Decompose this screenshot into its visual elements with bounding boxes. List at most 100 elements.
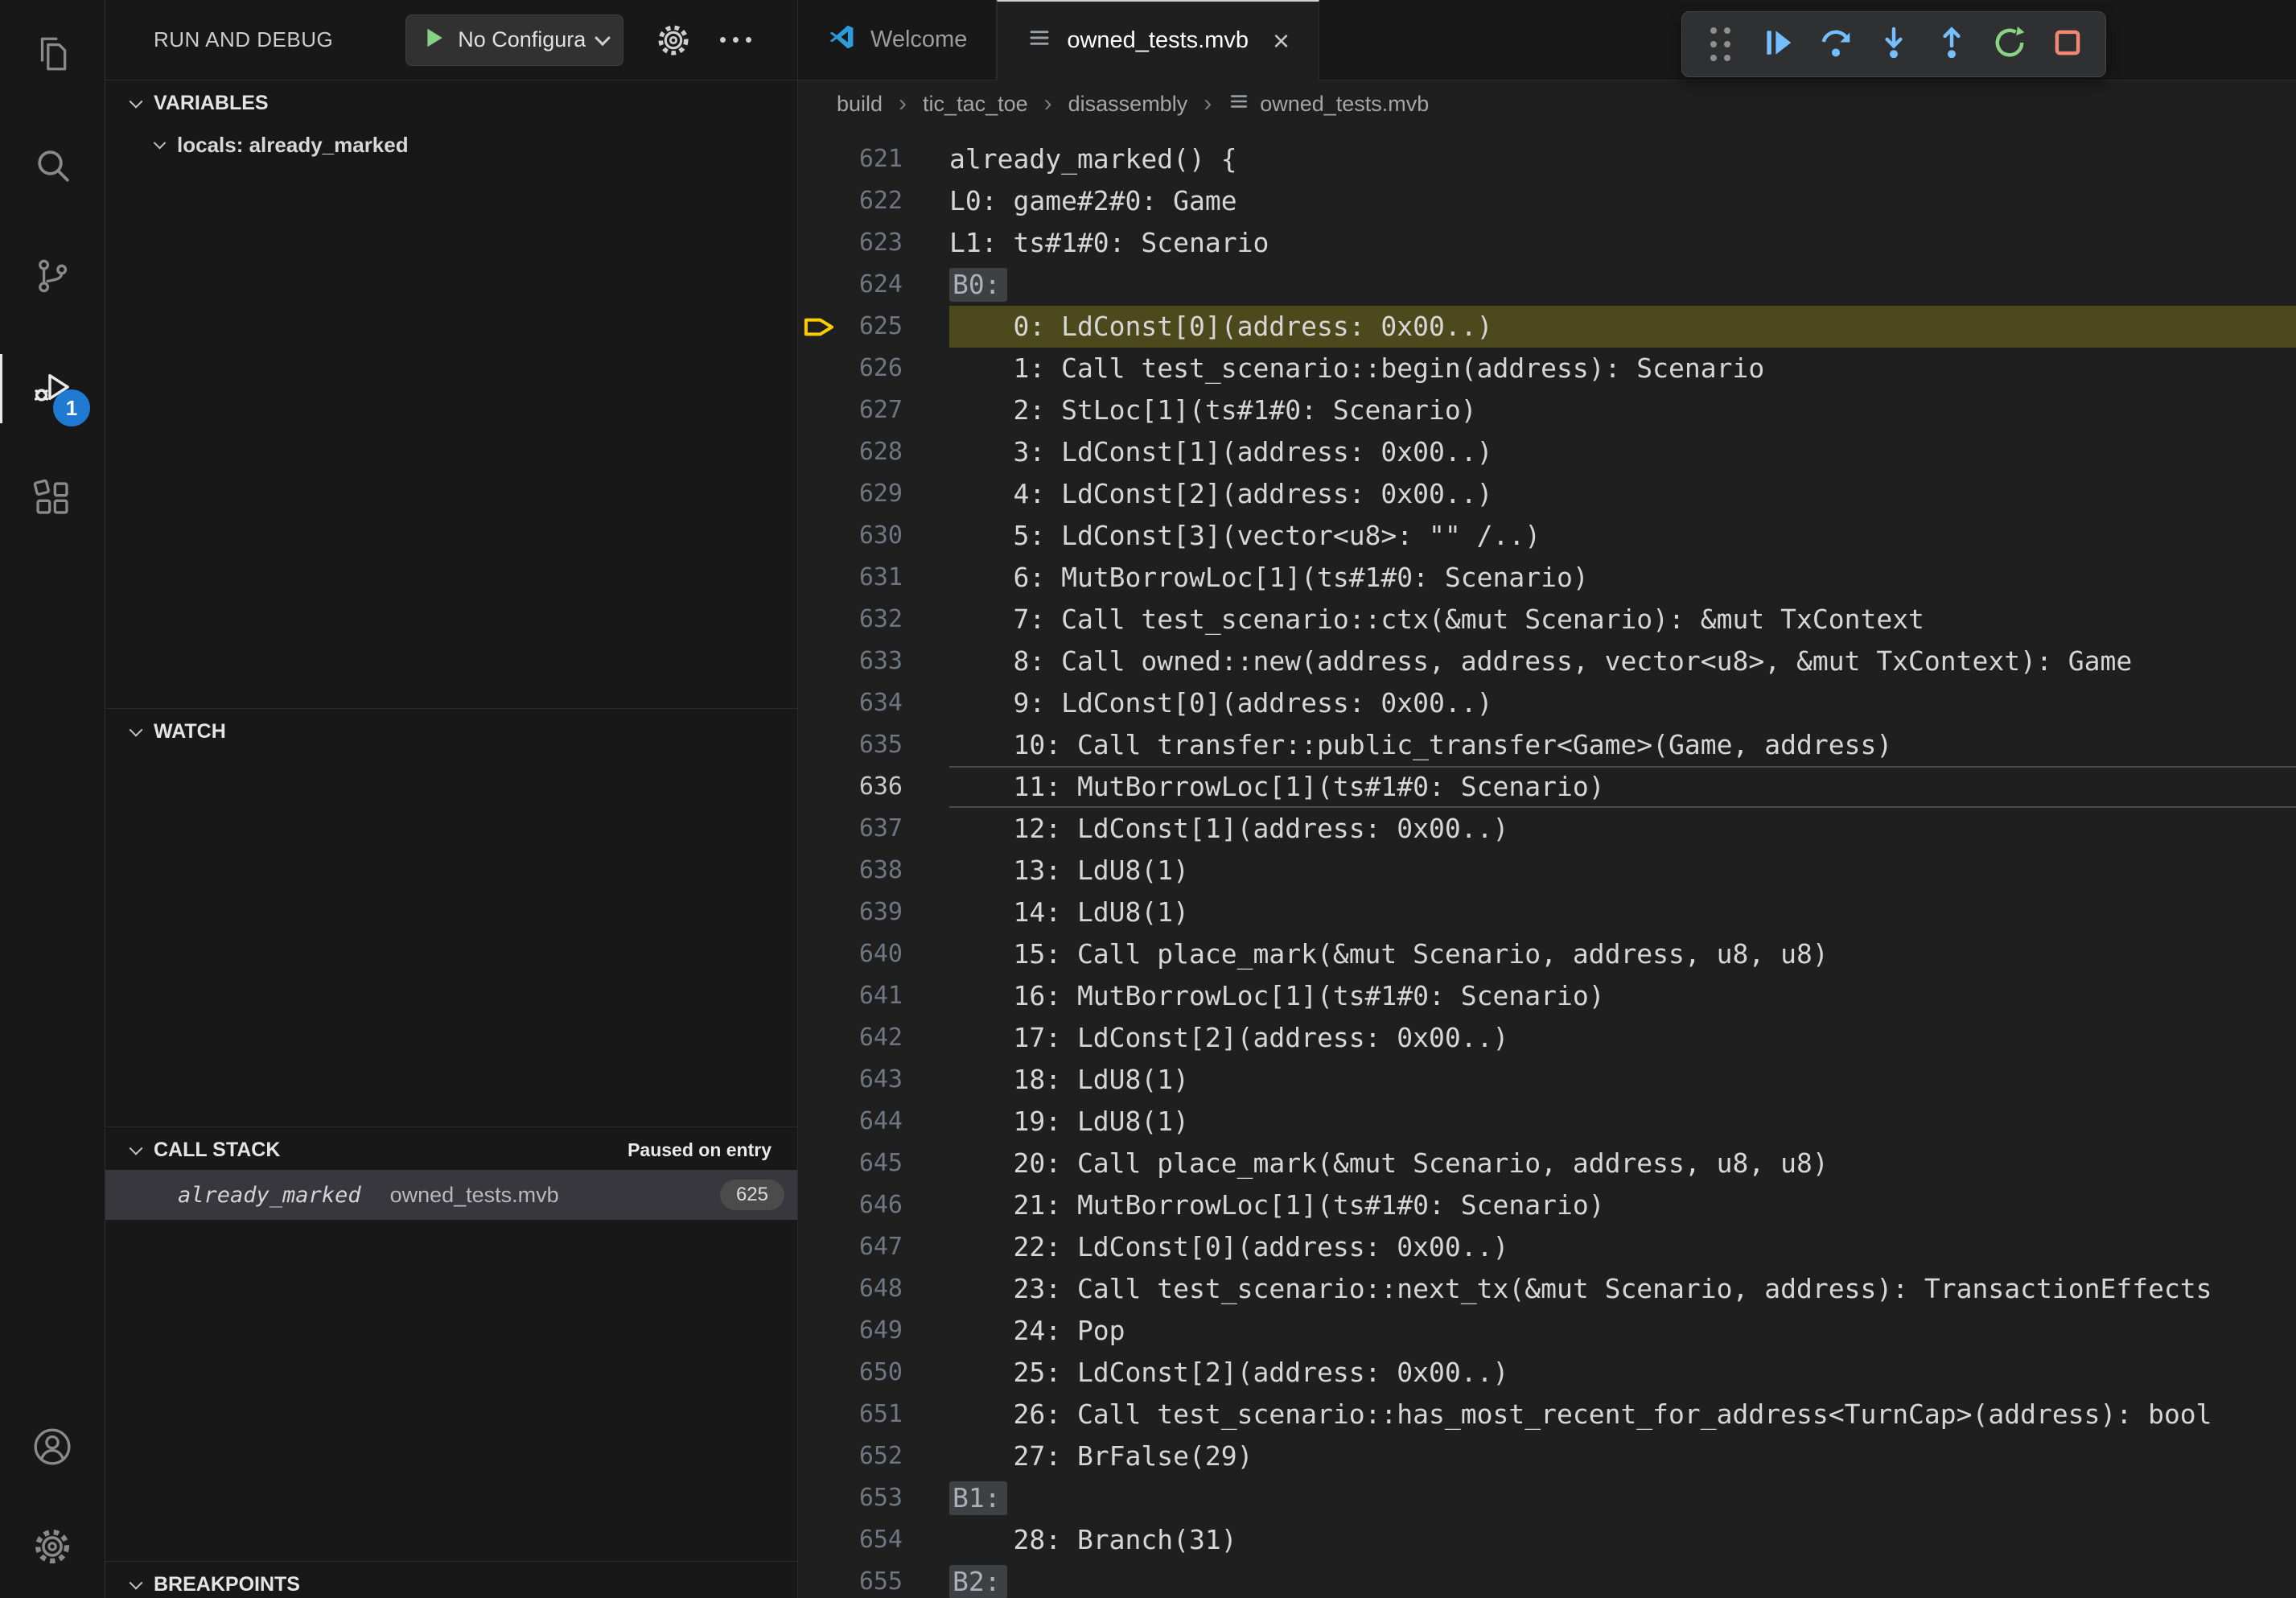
- line-number[interactable]: 628: [798, 431, 903, 473]
- code-text[interactable]: L1: ts#1#0: Scenario: [949, 222, 2296, 264]
- code-text[interactable]: 8: Call owned::new(address, address, vec…: [949, 640, 2296, 682]
- code-line[interactable]: 629 4: LdConst[2](address: 0x00..): [798, 473, 2296, 515]
- code-line[interactable]: 642 17: LdConst[2](address: 0x00..): [798, 1017, 2296, 1059]
- code-line[interactable]: 631 6: MutBorrowLoc[1](ts#1#0: Scenario): [798, 557, 2296, 599]
- line-number[interactable]: 652: [798, 1435, 903, 1477]
- code-line[interactable]: 646 21: MutBorrowLoc[1](ts#1#0: Scenario…: [798, 1184, 2296, 1226]
- activity-item-source-control[interactable]: [0, 222, 105, 333]
- code-line[interactable]: 624B0:: [798, 264, 2296, 306]
- code-text[interactable]: B1:: [949, 1477, 2296, 1519]
- code-text[interactable]: 24: Pop: [949, 1310, 2296, 1352]
- breadcrumb-item[interactable]: build: [837, 92, 883, 117]
- code-text[interactable]: 15: Call place_mark(&mut Scenario, addre…: [949, 933, 2296, 975]
- line-number[interactable]: 629: [798, 473, 903, 515]
- code-line[interactable]: 633 8: Call owned::new(address, address,…: [798, 640, 2296, 682]
- stop-button[interactable]: [2043, 19, 2092, 69]
- debug-config-dropdown[interactable]: No Configura: [405, 14, 623, 66]
- code-line[interactable]: 643 18: LdU8(1): [798, 1059, 2296, 1101]
- tab-owned-tests[interactable]: owned_tests.mvb ×: [997, 0, 1319, 80]
- line-number[interactable]: 653: [798, 1477, 903, 1519]
- code-text[interactable]: 20: Call place_mark(&mut Scenario, addre…: [949, 1143, 2296, 1184]
- breadcrumb-item[interactable]: disassembly: [1068, 92, 1188, 117]
- code-line[interactable]: 626 1: Call test_scenario::begin(address…: [798, 348, 2296, 389]
- breadcrumb-file[interactable]: owned_tests.mvb: [1228, 90, 1429, 118]
- code-text[interactable]: 6: MutBorrowLoc[1](ts#1#0: Scenario): [949, 557, 2296, 599]
- debug-settings-gear-icon[interactable]: [656, 23, 691, 58]
- toolbar-drag-handle[interactable]: [1695, 19, 1745, 69]
- line-number[interactable]: 627: [798, 389, 903, 431]
- code-line[interactable]: 632 7: Call test_scenario::ctx(&mut Scen…: [798, 599, 2296, 640]
- line-number[interactable]: 632: [798, 599, 903, 640]
- line-number[interactable]: 646: [798, 1184, 903, 1226]
- close-icon[interactable]: ×: [1273, 27, 1290, 56]
- line-number[interactable]: 640: [798, 933, 903, 975]
- code-line[interactable]: 648 23: Call test_scenario::next_tx(&mut…: [798, 1268, 2296, 1310]
- code-line[interactable]: 640 15: Call place_mark(&mut Scenario, a…: [798, 933, 2296, 975]
- code-text[interactable]: 2: StLoc[1](ts#1#0: Scenario): [949, 389, 2296, 431]
- code-line[interactable]: 635 10: Call transfer::public_transfer<G…: [798, 724, 2296, 766]
- call-stack-frame-row[interactable]: already_marked owned_tests.mvb 625: [105, 1170, 797, 1220]
- code-line[interactable]: 630 5: LdConst[3](vector<u8>: "" /..): [798, 515, 2296, 557]
- code-line[interactable]: 634 9: LdConst[0](address: 0x00..): [798, 682, 2296, 724]
- line-number[interactable]: 648: [798, 1268, 903, 1310]
- line-number[interactable]: 651: [798, 1394, 903, 1435]
- code-line[interactable]: 645 20: Call place_mark(&mut Scenario, a…: [798, 1143, 2296, 1184]
- code-text[interactable]: 17: LdConst[2](address: 0x00..): [949, 1017, 2296, 1059]
- line-number[interactable]: 639: [798, 892, 903, 933]
- line-number[interactable]: 626: [798, 348, 903, 389]
- line-number[interactable]: 638: [798, 850, 903, 892]
- line-number[interactable]: 643: [798, 1059, 903, 1101]
- code-text[interactable]: 21: MutBorrowLoc[1](ts#1#0: Scenario): [949, 1184, 2296, 1226]
- line-number[interactable]: 647: [798, 1226, 903, 1268]
- step-over-button[interactable]: [1811, 19, 1861, 69]
- line-number[interactable]: 654: [798, 1519, 903, 1561]
- code-line[interactable]: 637 12: LdConst[1](address: 0x00..): [798, 808, 2296, 850]
- breakpoints-section-header[interactable]: BREAKPOINTS: [105, 1562, 797, 1598]
- line-number[interactable]: 633: [798, 640, 903, 682]
- code-text[interactable]: already_marked() {: [949, 138, 2296, 180]
- code-text[interactable]: 7: Call test_scenario::ctx(&mut Scenario…: [949, 599, 2296, 640]
- code-text[interactable]: 4: LdConst[2](address: 0x00..): [949, 473, 2296, 515]
- code-text[interactable]: 25: LdConst[2](address: 0x00..): [949, 1352, 2296, 1394]
- code-line[interactable]: 636 11: MutBorrowLoc[1](ts#1#0: Scenario…: [798, 766, 2296, 808]
- code-text[interactable]: 10: Call transfer::public_transfer<Game>…: [949, 724, 2296, 766]
- code-text[interactable]: B2:: [949, 1561, 2296, 1598]
- code-text[interactable]: L0: game#2#0: Game: [949, 180, 2296, 222]
- variables-scope-row[interactable]: locals: already_marked: [105, 123, 797, 167]
- line-number[interactable]: 635: [798, 724, 903, 766]
- code-text[interactable]: 23: Call test_scenario::next_tx(&mut Sce…: [949, 1268, 2296, 1310]
- code-text[interactable]: 1: Call test_scenario::begin(address): S…: [949, 348, 2296, 389]
- breadcrumb-item[interactable]: tic_tac_toe: [923, 92, 1028, 117]
- code-text[interactable]: 16: MutBorrowLoc[1](ts#1#0: Scenario): [949, 975, 2296, 1017]
- line-number[interactable]: 637: [798, 808, 903, 850]
- code-text[interactable]: 11: MutBorrowLoc[1](ts#1#0: Scenario): [949, 766, 2296, 808]
- code-text[interactable]: 22: LdConst[0](address: 0x00..): [949, 1226, 2296, 1268]
- code-line[interactable]: 644 19: LdU8(1): [798, 1101, 2296, 1143]
- code-line[interactable]: 641 16: MutBorrowLoc[1](ts#1#0: Scenario…: [798, 975, 2296, 1017]
- line-number[interactable]: 622: [798, 180, 903, 222]
- code-text[interactable]: 9: LdConst[0](address: 0x00..): [949, 682, 2296, 724]
- code-text[interactable]: B0:: [949, 264, 2296, 306]
- code-text[interactable]: 26: Call test_scenario::has_most_recent_…: [949, 1394, 2296, 1435]
- code-line[interactable]: 621already_marked() {: [798, 138, 2296, 180]
- code-line[interactable]: 628 3: LdConst[1](address: 0x00..): [798, 431, 2296, 473]
- code-line[interactable]: 654 28: Branch(31): [798, 1519, 2296, 1561]
- code-area[interactable]: 621already_marked() {622 L0: game#2#0: Ga…: [798, 127, 2296, 1598]
- line-number[interactable]: 649: [798, 1310, 903, 1352]
- continue-button[interactable]: [1753, 19, 1803, 69]
- code-line[interactable]: 639 14: LdU8(1): [798, 892, 2296, 933]
- watch-section-header[interactable]: WATCH: [105, 709, 797, 752]
- code-line[interactable]: 638 13: LdU8(1): [798, 850, 2296, 892]
- code-text[interactable]: 14: LdU8(1): [949, 892, 2296, 933]
- line-number[interactable]: 636: [798, 766, 903, 808]
- code-line[interactable]: 647 22: LdConst[0](address: 0x00..): [798, 1226, 2296, 1268]
- code-text[interactable]: 0: LdConst[0](address: 0x00..): [949, 306, 2296, 348]
- code-line[interactable]: 651 26: Call test_scenario::has_most_rec…: [798, 1394, 2296, 1435]
- activity-item-settings[interactable]: [0, 1498, 105, 1598]
- code-line[interactable]: 652 27: BrFalse(29): [798, 1435, 2296, 1477]
- tab-welcome[interactable]: Welcome: [798, 0, 997, 80]
- code-line[interactable]: 649 24: Pop: [798, 1310, 2296, 1352]
- step-out-button[interactable]: [1927, 19, 1977, 69]
- code-text[interactable]: 3: LdConst[1](address: 0x00..): [949, 431, 2296, 473]
- step-into-button[interactable]: [1869, 19, 1919, 69]
